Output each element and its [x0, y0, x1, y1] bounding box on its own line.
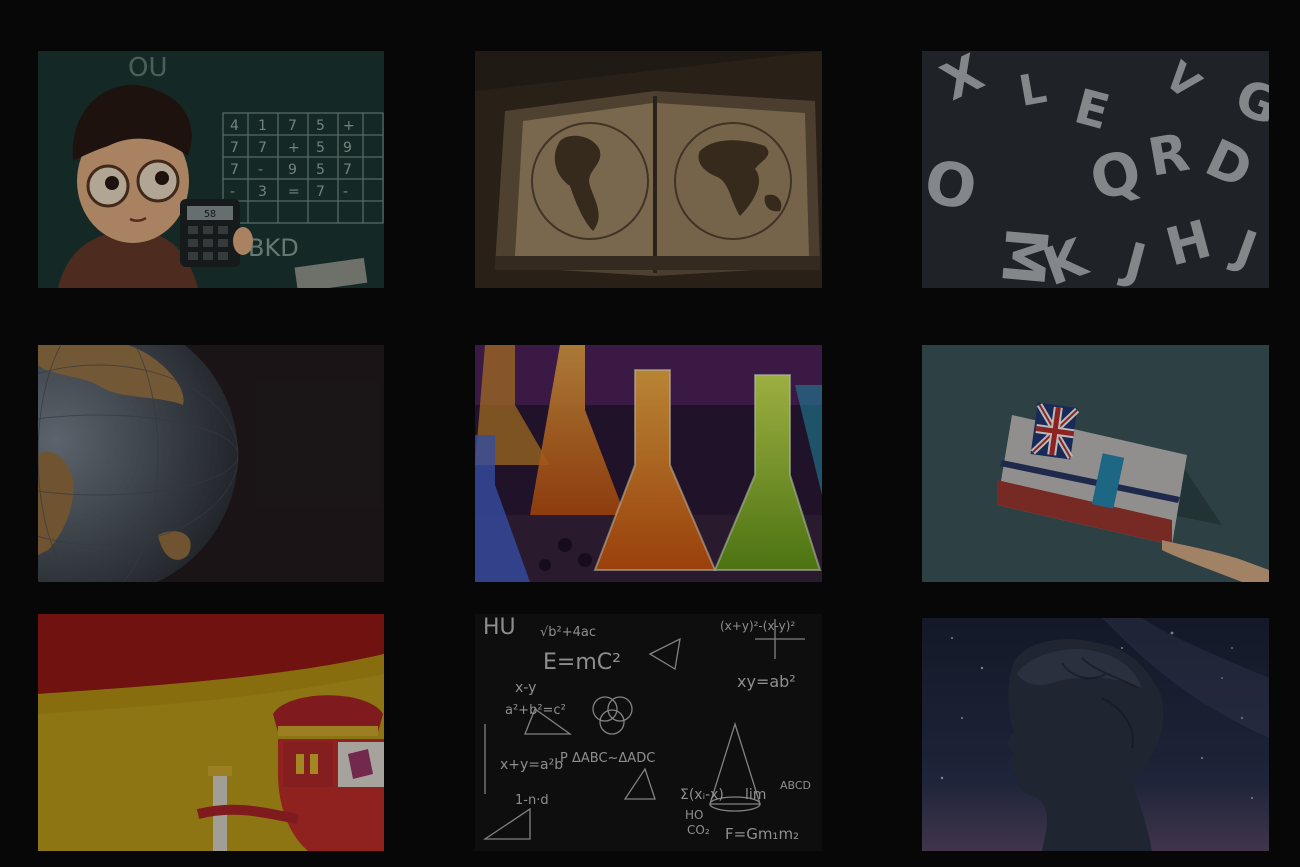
svg-text:4: 4 — [230, 118, 239, 134]
gallery-image-alphabet-letters[interactable]: X L E O M Q R D G K J H J V — [922, 51, 1269, 288]
svg-text:5: 5 — [316, 162, 325, 178]
spanish-flag-photo — [38, 614, 384, 851]
gallery-image-lab-flasks[interactable] — [475, 345, 822, 582]
chalk-formula: HU — [483, 615, 516, 640]
gallery-image-statue-night-sky[interactable] — [922, 618, 1269, 851]
chalk-formula: E=mC² — [543, 650, 621, 675]
svg-text:=: = — [288, 184, 300, 200]
gallery-image-antique-atlas[interactable] — [475, 51, 822, 288]
boy-calculator-illustration: 4 1 7 5 + 7 7 +5 9 7 - 9 5 7 - 3 = 7 - BKD OU 58 — [38, 51, 384, 288]
gallery-image-boy-calculator[interactable]: 4 1 7 5 + 7 7 +5 9 7 - 9 5 7 - 3 = 7 - BKD OU 58 — [38, 51, 384, 288]
lab-flasks-photo — [475, 345, 822, 582]
chalk-formula: CO₂ — [687, 823, 710, 837]
gallery-image-globe[interactable] — [38, 345, 384, 582]
uk-book-photo — [922, 345, 1269, 582]
svg-text:5: 5 — [316, 140, 325, 156]
alphabet-letters-photo: X L E O M Q R D G K J H J V — [922, 51, 1269, 288]
svg-text:7: 7 — [230, 140, 239, 156]
svg-text:7: 7 — [288, 118, 297, 134]
board-text: BKD — [248, 234, 299, 262]
chalk-formula: (x+y)²-(x-y)² — [720, 619, 795, 633]
gallery-image-uk-book[interactable] — [922, 345, 1269, 582]
svg-text:7: 7 — [343, 162, 352, 178]
chalk-formula: P ΔABC~ΔADC — [560, 751, 655, 766]
svg-text:7: 7 — [316, 184, 325, 200]
chalk-formula: x+y=a²b — [500, 757, 563, 773]
svg-text:OU: OU — [128, 53, 168, 83]
chalk-formula: x-y — [515, 680, 536, 696]
chalk-formula: ABCD — [780, 779, 811, 792]
chalk-formula: a²+b²=c² — [505, 703, 566, 718]
svg-text:1: 1 — [258, 118, 267, 134]
svg-text:7: 7 — [258, 140, 267, 156]
statue-night-sky-photo — [922, 618, 1269, 851]
svg-text:7: 7 — [230, 162, 239, 178]
chalk-formula: 1-n·d — [515, 793, 549, 808]
gallery-image-spanish-flag[interactable] — [38, 614, 384, 851]
svg-text:9: 9 — [343, 140, 352, 156]
svg-text:5: 5 — [316, 118, 325, 134]
antique-atlas-photo — [475, 51, 822, 288]
chalk-formula: xy=ab² — [737, 672, 796, 691]
chalk-formula: HO — [685, 808, 703, 822]
gallery-image-math-chalkboard[interactable]: HU √b²+4ac (x+y)²-(x-y)² E=mC² x-y xy=ab… — [475, 614, 822, 851]
calculator-display: 58 — [204, 209, 216, 220]
globe-photo — [38, 345, 384, 582]
svg-text:+: + — [343, 118, 355, 134]
chalk-formula: √b²+4ac — [540, 625, 596, 640]
chalk-formula: Σ(xᵢ-x) — [680, 787, 724, 803]
svg-text:-: - — [258, 162, 263, 178]
svg-text:3: 3 — [258, 184, 267, 200]
math-chalkboard-photo: HU √b²+4ac (x+y)²-(x-y)² E=mC² x-y xy=ab… — [475, 614, 822, 851]
chalk-formula: F=Gm₁m₂ — [725, 825, 799, 843]
svg-text:9: 9 — [288, 162, 297, 178]
svg-text:+: + — [288, 140, 300, 156]
svg-text:-: - — [230, 184, 235, 200]
svg-text:-: - — [343, 184, 348, 200]
